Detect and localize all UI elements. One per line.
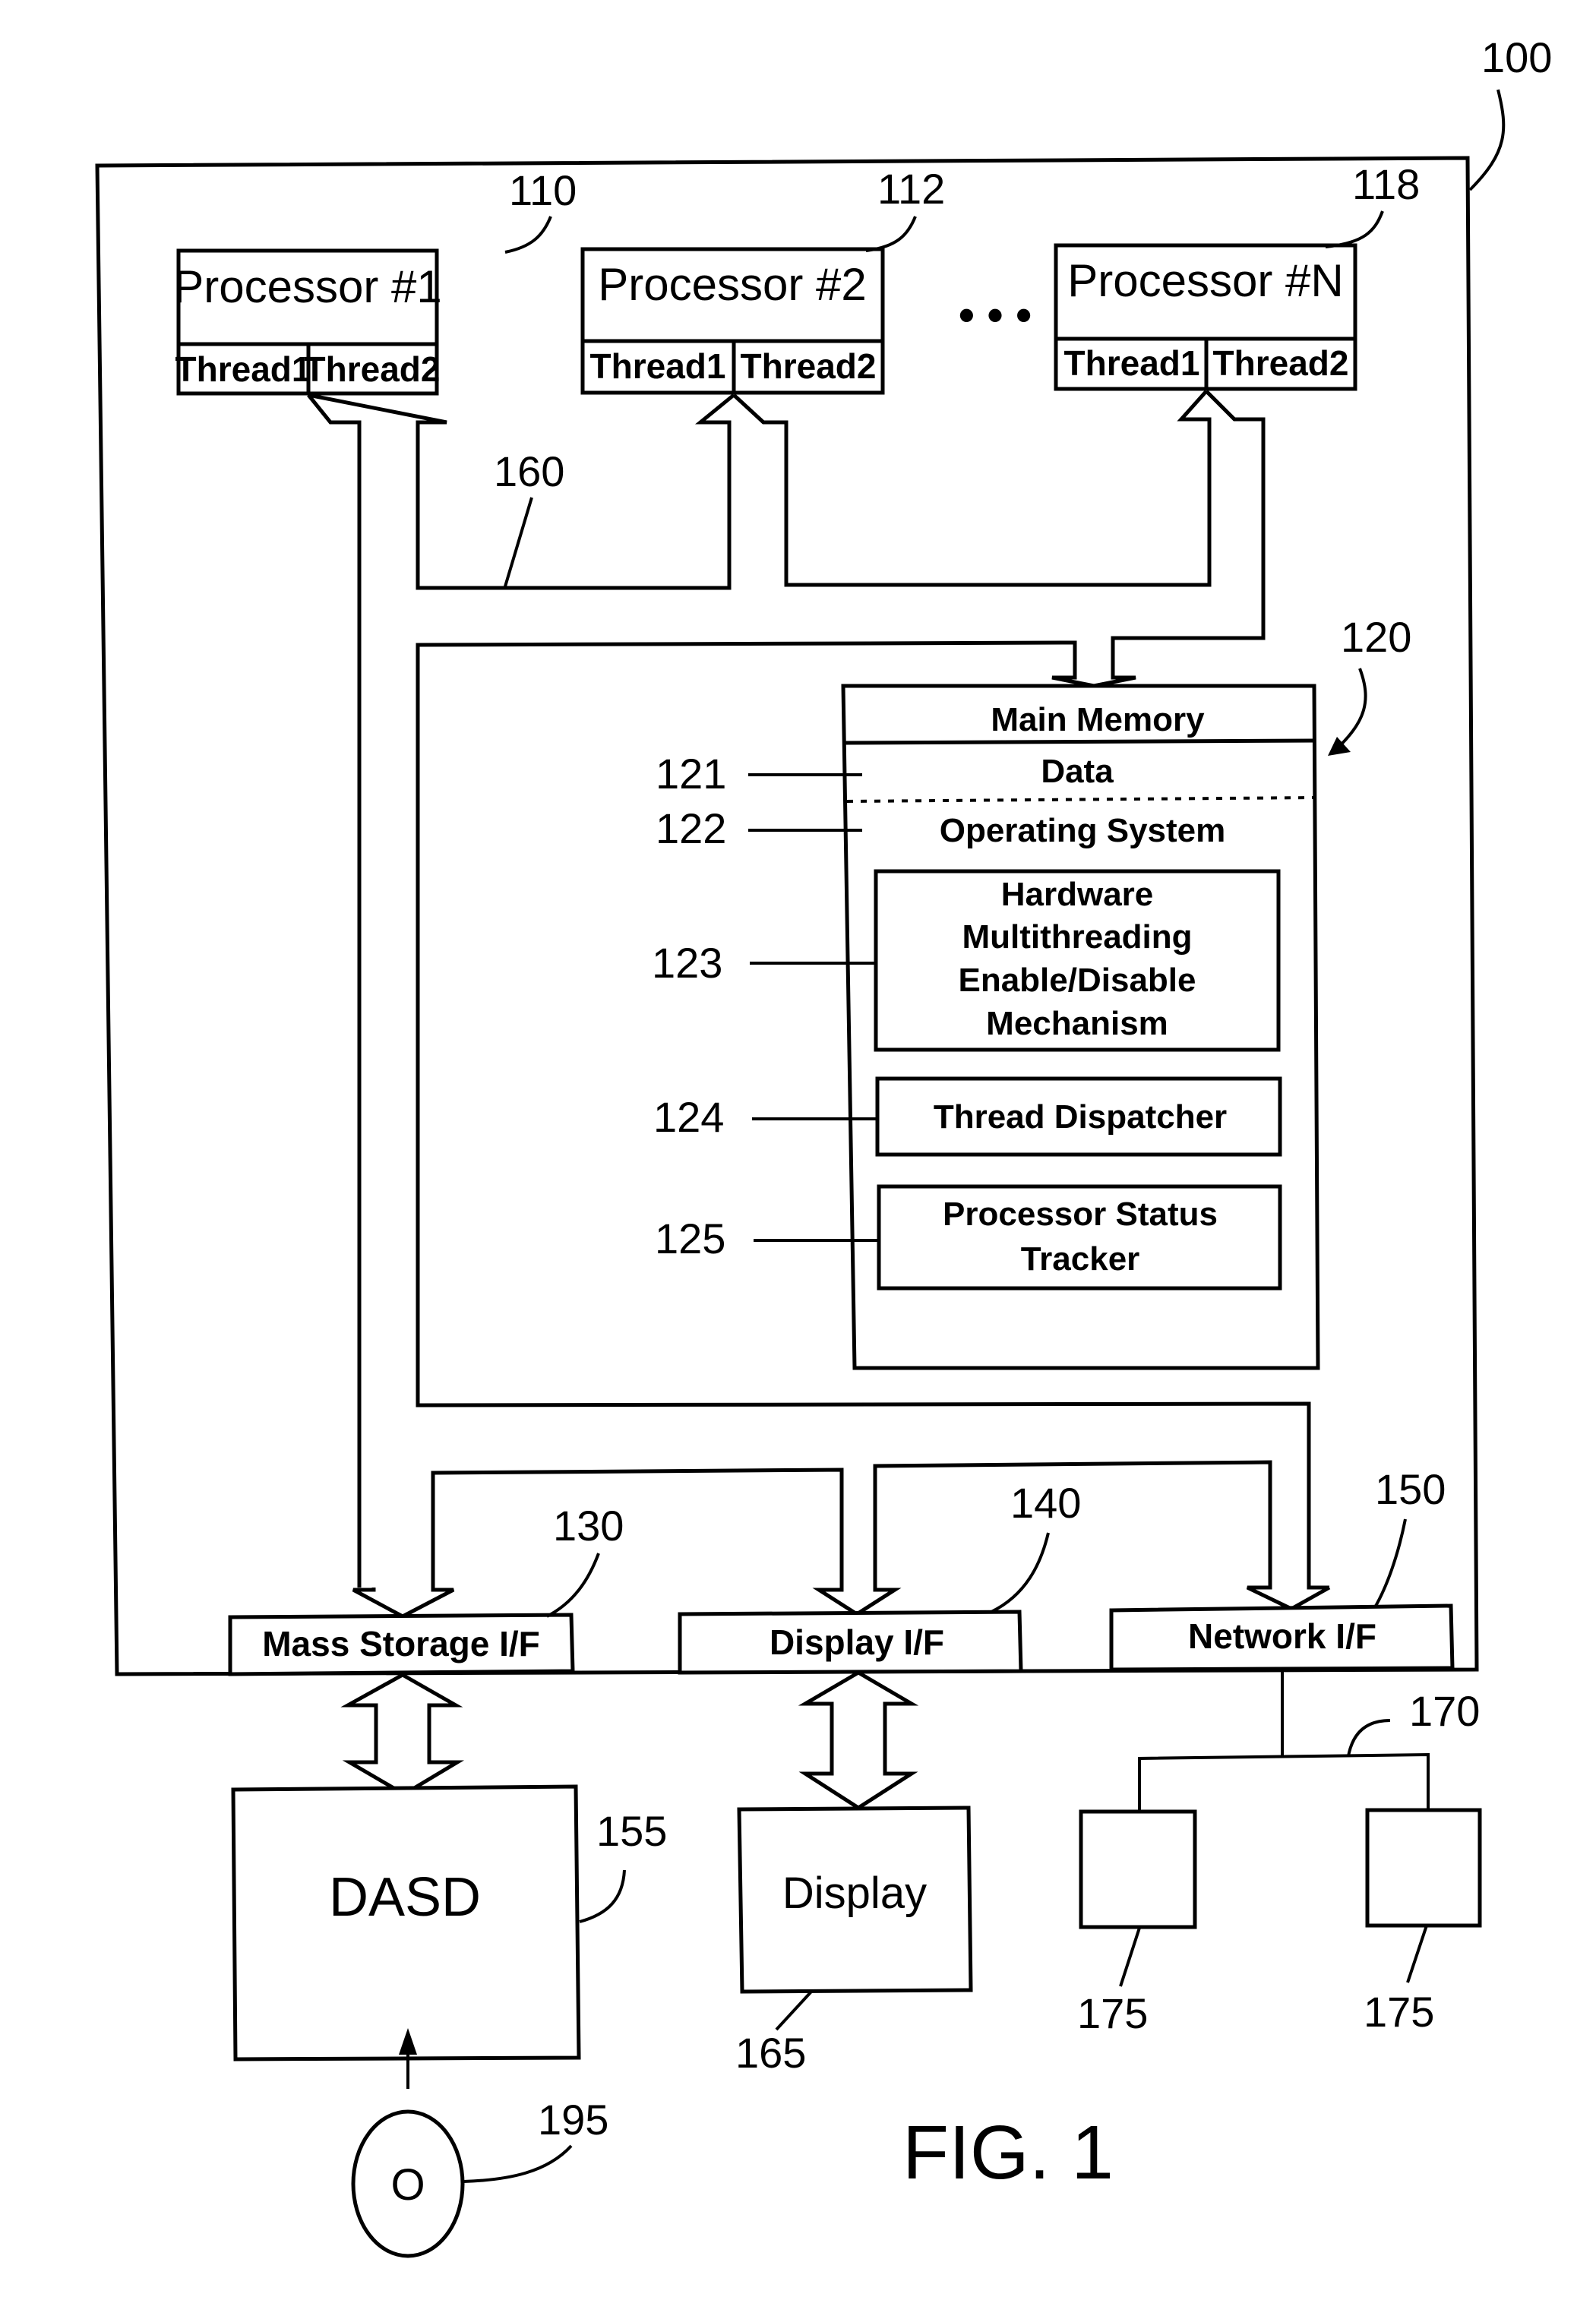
display-165[interactable]: Display [737, 1806, 973, 1994]
ref-label-100: 100 [1481, 33, 1552, 81]
component-125-line-1: Processor Status [943, 1196, 1218, 1233]
processor-n[interactable]: Processor #N Thread1 Thread2 [1054, 243, 1357, 391]
main-memory-title: Main Memory [991, 701, 1205, 738]
ref-label-150: 150 [1375, 1465, 1446, 1513]
processor-n-thread-1[interactable]: Thread1 [1064, 343, 1200, 383]
processor-2-thread-2[interactable]: Thread2 [741, 346, 877, 386]
component-123-line-1: Hardware [1001, 876, 1154, 913]
processor-n-label: Processor #N [1067, 255, 1343, 306]
memory-section-os[interactable]: Operating System [940, 812, 1226, 849]
ref-label-175-b: 175 [1364, 1988, 1434, 2036]
figure-caption: FIG. 1 [902, 2110, 1114, 2195]
processor-2-thread-1[interactable]: Thread1 [590, 346, 726, 386]
leader-line-112 [865, 216, 917, 252]
leader-line-150 [1373, 1518, 1407, 1608]
ref-label-118: 118 [1352, 160, 1420, 208]
ref-label-110: 110 [509, 166, 577, 214]
component-123-line-2: Multithreading [962, 918, 1192, 956]
component-123-line-4: Mechanism [986, 1005, 1168, 1042]
system-block-diagram: 100 Processor #1 Thread1 Thread2 110 Pro… [95, 33, 1552, 2258]
media-center-glyph: O [390, 2160, 425, 2210]
ref-label-170: 170 [1409, 1687, 1480, 1735]
ref-label-165: 165 [735, 2029, 806, 2077]
component-123-line-3: Enable/Disable [958, 962, 1196, 999]
thread-dispatcher-124[interactable]: Thread Dispatcher [875, 1076, 1282, 1157]
ref-label-124: 124 [653, 1093, 724, 1141]
component-125-line-2: Tracker [1021, 1240, 1140, 1278]
leader-line-195 [463, 2144, 573, 2183]
leader-line-100 [1468, 89, 1506, 191]
leader-line-175-b [1406, 1925, 1428, 1983]
main-memory-120[interactable]: Main Memory Data Operating System Hardwa… [841, 684, 1320, 1370]
leader-line-170 [1347, 1719, 1391, 1757]
ref-label-112: 112 [877, 165, 945, 213]
ref-label-125: 125 [655, 1215, 725, 1262]
processor-n-thread-2[interactable]: Thread2 [1213, 343, 1349, 383]
leader-line-110 [504, 216, 552, 254]
network-interface-150[interactable]: Network I/F [1109, 1603, 1455, 1672]
ref-label-120: 120 [1341, 613, 1411, 661]
ref-label-140: 140 [1010, 1479, 1081, 1527]
network-170 [1138, 1670, 1430, 1812]
ref-label-175-a: 175 [1077, 1989, 1148, 2037]
leader-line-160 [504, 497, 533, 587]
component-124-label: Thread Dispatcher [934, 1098, 1227, 1136]
mass-storage-dasd-link [340, 1673, 465, 1796]
storage-media-195[interactable]: O [351, 2109, 465, 2258]
leader-line-165 [775, 1990, 813, 2031]
processor-2[interactable]: Processor #2 Thread1 Thread2 [580, 247, 885, 395]
display-if-display-link [798, 1670, 919, 1810]
processor-2-label: Processor #2 [598, 259, 867, 310]
display-label: Display [782, 1869, 927, 1918]
ref-label-155: 155 [596, 1807, 667, 1855]
network-node-175-a[interactable] [1079, 1809, 1197, 1929]
dasd-155[interactable]: DASD [231, 1784, 581, 2062]
mass-storage-interface-130[interactable]: Mass Storage I/F [228, 1613, 575, 1676]
processor-1-thread-1[interactable]: Thread1 [175, 349, 311, 389]
ref-label-130: 130 [553, 1502, 624, 1550]
dasd-label: DASD [329, 1867, 481, 1928]
leader-line-118 [1325, 210, 1384, 248]
ref-label-195: 195 [538, 2096, 608, 2144]
hw-multithreading-mechanism-123[interactable]: Hardware Multithreading Enable/Disable M… [874, 869, 1281, 1052]
ref-label-160: 160 [494, 447, 564, 495]
processor-1-label: Processor #1 [173, 261, 442, 312]
mass-storage-if-label: Mass Storage I/F [262, 1624, 540, 1663]
leader-line-140 [991, 1532, 1050, 1613]
display-if-label: Display I/F [770, 1622, 944, 1662]
display-interface-140[interactable]: Display I/F [678, 1610, 1023, 1675]
more-processors-ellipsis: • • • [959, 289, 1032, 340]
network-node-175-b[interactable] [1365, 1808, 1482, 1928]
processor-1[interactable]: Processor #1 Thread1 Thread2 [173, 248, 442, 396]
processor-1-thread-2[interactable]: Thread2 [305, 349, 441, 389]
network-if-label: Network I/F [1188, 1616, 1376, 1656]
memory-section-data[interactable]: Data [1041, 753, 1114, 790]
leader-line-130 [546, 1553, 600, 1618]
processor-status-tracker-125[interactable]: Processor Status Tracker [877, 1184, 1282, 1291]
leader-line-155 [579, 1869, 626, 1923]
ref-label-123: 123 [652, 939, 722, 987]
ref-label-122: 122 [656, 804, 726, 852]
ref-label-121: 121 [656, 750, 726, 798]
leader-line-175-a [1119, 1927, 1141, 1987]
